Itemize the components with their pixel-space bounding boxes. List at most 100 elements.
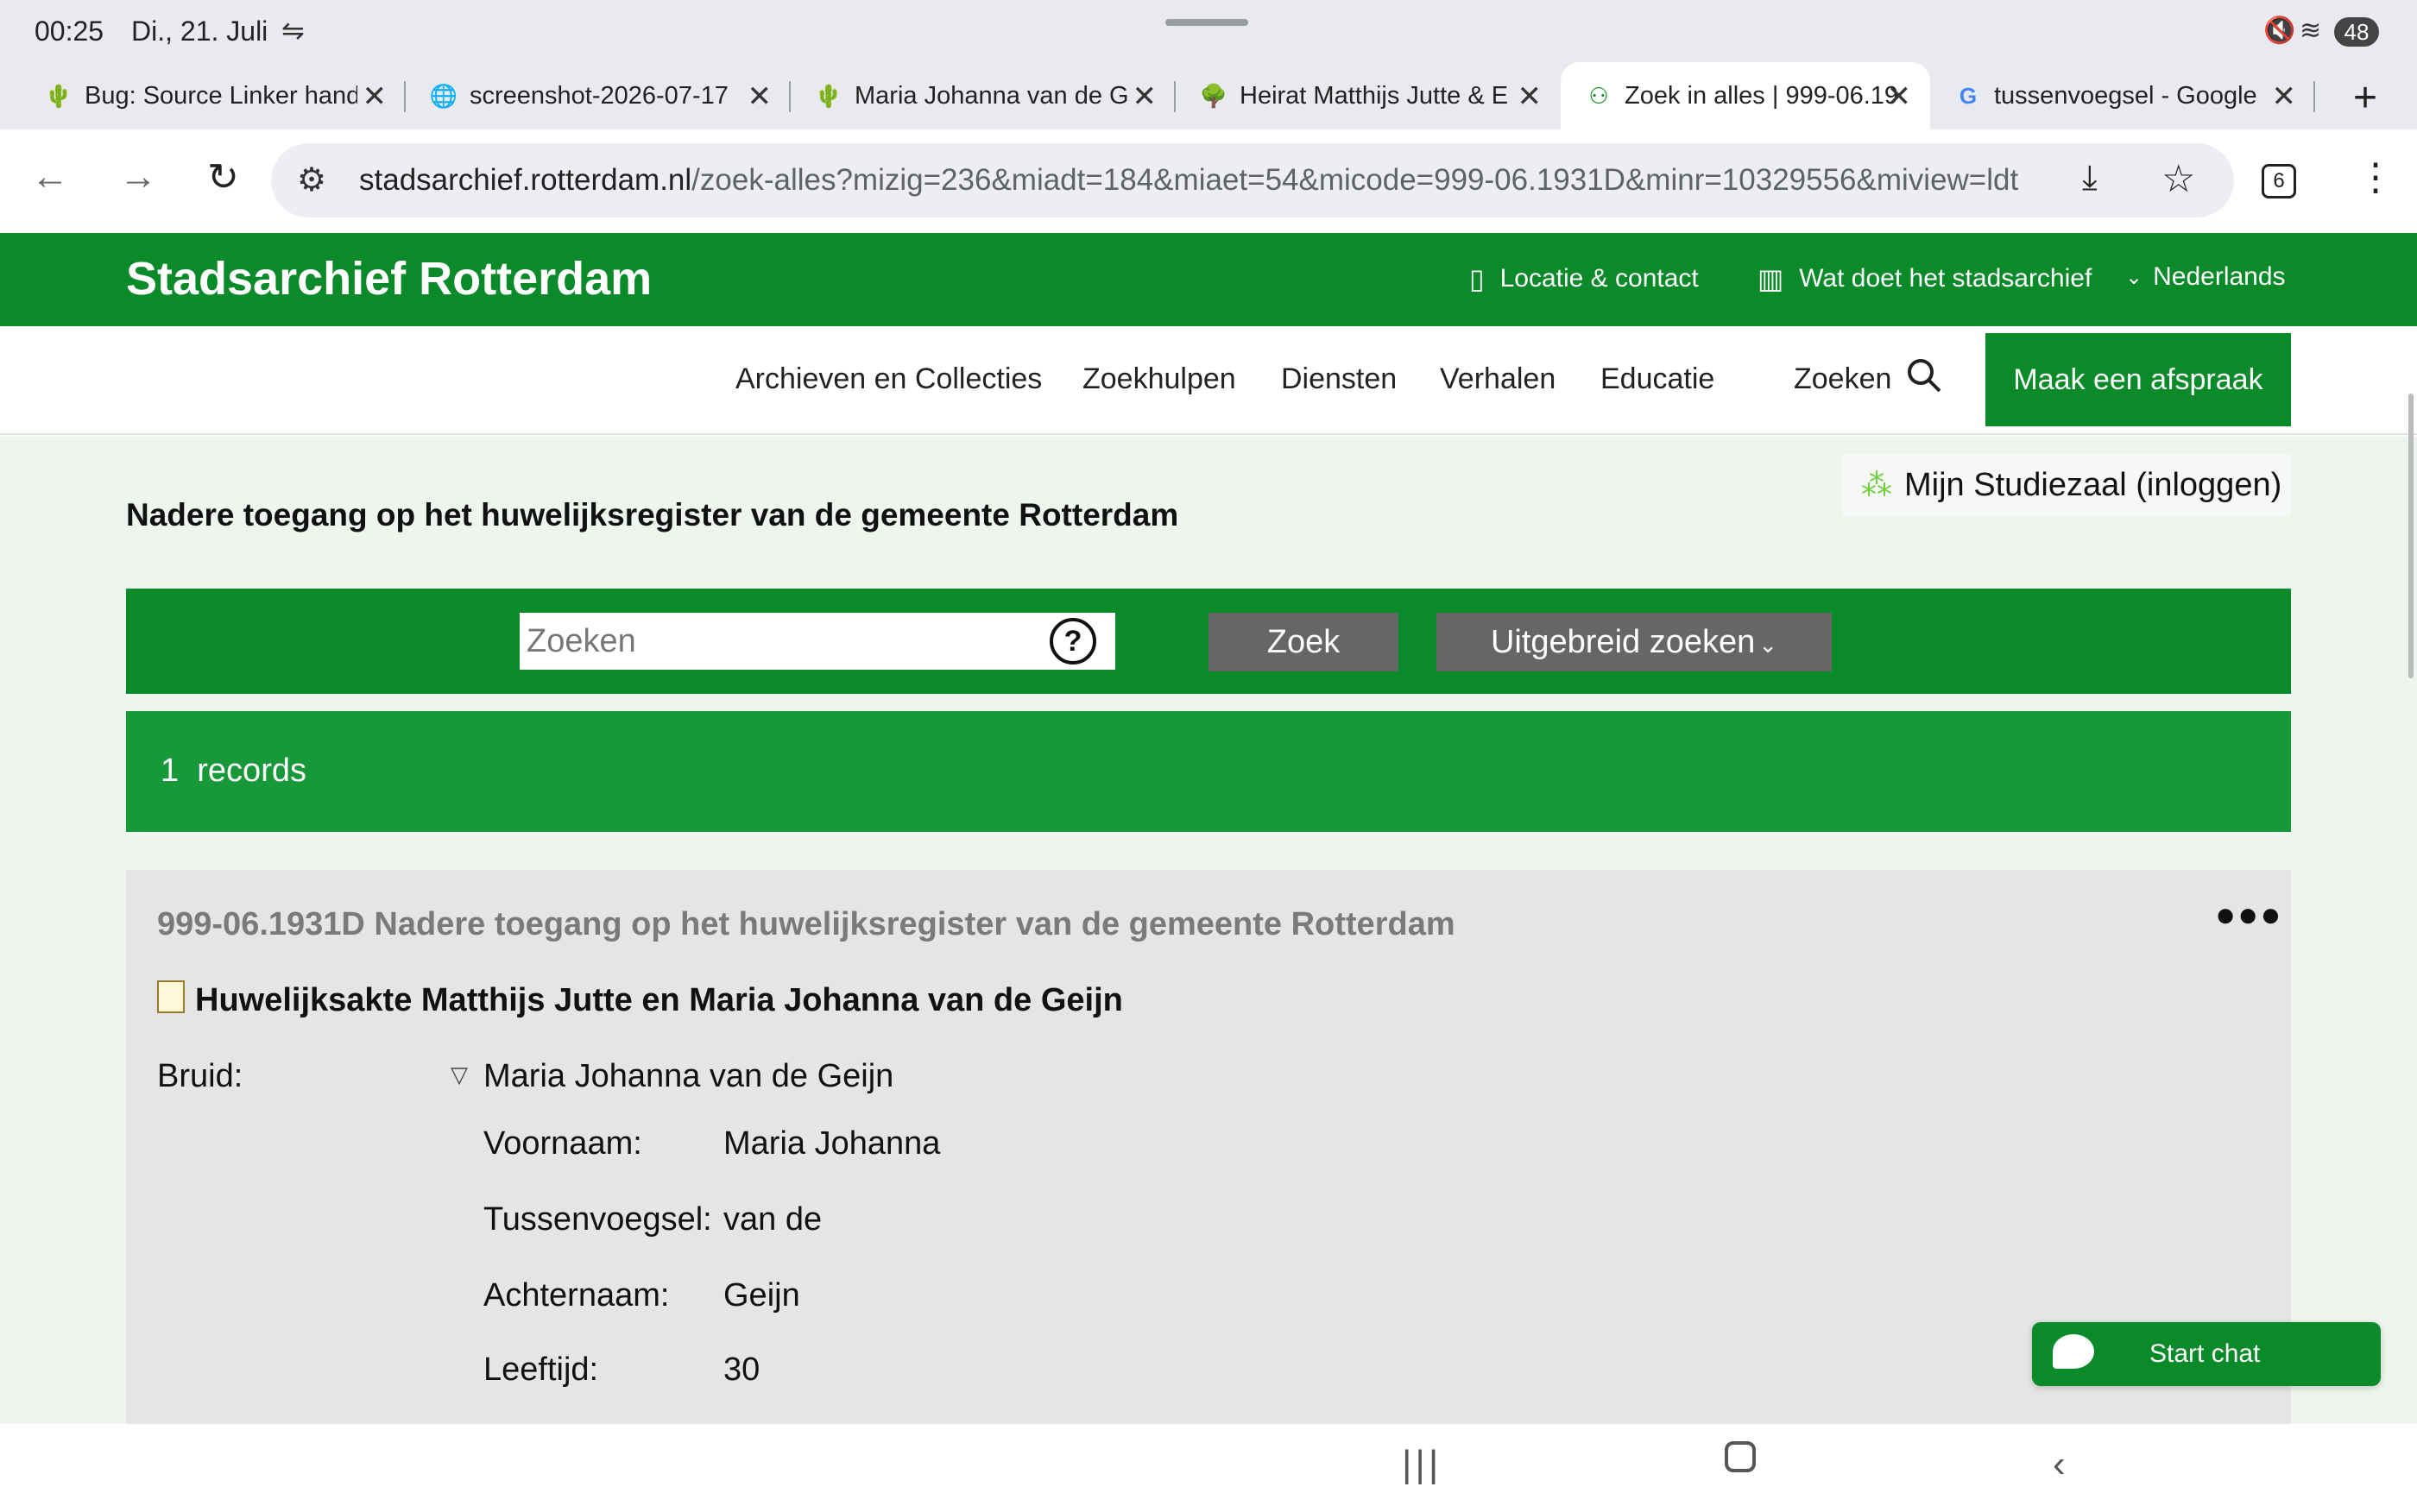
tab-title: Zoek in alles | 999-06.19 <box>1625 81 1897 110</box>
main-navigation: Archieven en Collecties Zoekhulpen Diens… <box>0 326 2417 435</box>
field-value: Maria Johanna <box>723 1125 941 1162</box>
field-value: van de <box>723 1201 823 1238</box>
bookmark-star-icon[interactable]: ☆ <box>2161 157 2195 201</box>
search-button[interactable]: Zoek <box>1208 613 1398 671</box>
start-chat-label: Start chat <box>2149 1339 2261 1368</box>
browser-tab-3[interactable]: 🌵 Maria Johanna van de G ✕ <box>791 62 1176 129</box>
close-icon[interactable]: ✕ <box>1518 79 1543 114</box>
chat-bubble-icon <box>2053 1334 2094 1369</box>
tab-count-button[interactable]: 6 <box>2262 164 2296 198</box>
help-icon[interactable]: ? <box>1050 618 1096 665</box>
google-icon: G <box>1959 82 1978 109</box>
back-nav-icon[interactable]: ‹ <box>2053 1443 2066 1486</box>
status-bar: 00:25 Di., 21. Juli ⇋ 🔇 ≋ 48 <box>0 0 2417 62</box>
wifi-icon: ≋ <box>2300 16 2322 45</box>
cactus-icon: 🌵 <box>44 82 73 109</box>
start-chat-button[interactable]: Start chat <box>2032 1322 2381 1386</box>
cactus-icon: 🌵 <box>814 82 843 109</box>
globe-icon: 🌐 <box>429 82 458 109</box>
wat-doet-label: Wat doet het stadsarchief <box>1799 264 2092 293</box>
language-label: Nederlands <box>2153 262 2286 291</box>
stadsarchief-icon: ⚇ <box>1588 82 1609 109</box>
install-app-icon[interactable]: ⤓ <box>2082 159 2098 198</box>
search-icon[interactable] <box>1906 357 1942 394</box>
advanced-search-label: Uitgebreid zoeken <box>1490 624 1756 660</box>
language-select[interactable]: ⌄ Nederlands <box>2125 262 2286 292</box>
field-value: 30 <box>723 1351 760 1388</box>
site-logo[interactable]: Stadsarchief Rotterdam <box>126 252 652 306</box>
address-bar[interactable]: ⚙ stadsarchief.rotterdam.nl/zoek-alles?m… <box>271 143 2234 217</box>
records-count: 1 <box>161 753 180 789</box>
network-icon: ⁂ <box>1861 467 1892 502</box>
new-tab-icon[interactable]: + <box>2353 74 2377 122</box>
page-title: Nadere toegang op het huwelijksregister … <box>126 497 1179 532</box>
scrollbar-thumb[interactable] <box>2408 394 2414 678</box>
browser-tab-6[interactable]: G tussenvoegsel - Google ✕ <box>1930 62 2315 129</box>
nav-verhalen[interactable]: Verhalen <box>1440 362 1556 396</box>
tab-title: Heirat Matthijs Jutte & E <box>1240 81 1509 110</box>
wat-doet-link[interactable]: ▥ Wat doet het stadsarchief <box>1758 262 2092 295</box>
close-icon[interactable]: ✕ <box>748 79 773 114</box>
collapse-triangle-icon[interactable]: ▽ <box>451 1062 468 1088</box>
search-band: ? Zoek Uitgebreid zoeken⌄ <box>126 589 2291 694</box>
record-card: 999-06.1931D Nadere toegang op het huwel… <box>126 870 2291 1426</box>
system-navigation-bar: ||| ‹ <box>0 1424 2417 1512</box>
back-icon[interactable]: ← <box>31 155 69 198</box>
close-icon[interactable]: ✕ <box>2272 79 2297 114</box>
tab-title: Bug: Source Linker hand <box>85 81 357 110</box>
browser-tab-1[interactable]: 🌵 Bug: Source Linker hand ✕ <box>21 62 406 129</box>
record-title[interactable]: Huwelijksakte Matthijs Jutte en Maria Jo… <box>195 982 1123 1019</box>
field-label: Achternaam: <box>483 1277 670 1314</box>
records-summary: 1 records <box>126 711 2291 832</box>
field-label: Tussenvoegsel: <box>483 1201 712 1238</box>
make-appointment-button[interactable]: Maak een afspraak <box>1985 333 2291 426</box>
page-content: ⁂ Mijn Studiezaal (inloggen) Nadere toeg… <box>0 437 2417 1426</box>
url-text[interactable]: stadsarchief.rotterdam.nl/zoek-alles?miz… <box>359 163 2018 198</box>
menu-icon[interactable]: ⋮ <box>2357 155 2395 199</box>
nav-archieven[interactable]: Archieven en Collecties <box>735 362 1042 396</box>
document-icon <box>157 980 185 1013</box>
chevron-down-icon: ⌄ <box>2125 265 2143 289</box>
site-settings-icon[interactable]: ⚙ <box>297 161 326 199</box>
nav-educatie[interactable]: Educatie <box>1600 362 1714 396</box>
phone-icon: ▯ <box>1469 263 1485 294</box>
recent-apps-icon[interactable]: ||| <box>1402 1443 1442 1486</box>
close-icon[interactable]: ✕ <box>363 79 388 114</box>
tab-separator <box>2313 81 2315 112</box>
reload-icon[interactable]: ↻ <box>207 155 239 199</box>
nav-diensten[interactable]: Diensten <box>1281 362 1397 396</box>
studiezaal-login[interactable]: ⁂ Mijn Studiezaal (inloggen) <box>1842 454 2291 516</box>
clock: 00:25 <box>35 16 104 47</box>
url-host: stadsarchief.rotterdam.nl <box>359 163 692 197</box>
record-reference: 999-06.1931D Nadere toegang op het huwel… <box>157 906 1455 942</box>
records-label: records <box>197 753 306 789</box>
search-input[interactable] <box>520 613 1115 670</box>
date: Di., 21. Juli <box>131 16 268 47</box>
bruid-label: Bruid: <box>157 1058 243 1094</box>
tab-title: Maria Johanna van de G <box>855 81 1127 110</box>
browser-tab-4[interactable]: 🌳 Heirat Matthijs Jutte & E ✕ <box>1176 62 1561 129</box>
field-label: Leeftijd: <box>483 1351 599 1388</box>
bruid-name[interactable]: Maria Johanna van de Geijn <box>483 1058 893 1095</box>
nav-zoeken[interactable]: Zoeken <box>1794 362 1891 396</box>
nav-zoekhulpen[interactable]: Zoekhulpen <box>1082 362 1236 396</box>
url-path: /zoek-alles?mizig=236&miadt=184&miaet=54… <box>691 163 2019 197</box>
close-icon[interactable]: ✕ <box>1133 79 1158 114</box>
tab-title: tussenvoegsel - Google <box>1994 81 2257 110</box>
studiezaal-label: Mijn Studiezaal (inloggen) <box>1904 466 2282 503</box>
sync-icon: ⇋ <box>281 15 305 46</box>
browser-tab-active[interactable]: ⚇ Zoek in alles | 999-06.19 ✕ <box>1561 62 1930 129</box>
locatie-link[interactable]: ▯ Locatie & contact <box>1469 262 1699 295</box>
locatie-label: Locatie & contact <box>1499 264 1699 293</box>
tab-title: screenshot-2026-07-17 <box>470 81 729 110</box>
mute-icon: 🔇 <box>2263 16 2296 45</box>
close-icon[interactable]: ✕ <box>1887 79 1912 114</box>
tab-strip: 🌵 Bug: Source Linker hand ✕ 🌐 screenshot… <box>0 62 2417 129</box>
more-options-icon[interactable]: ●●● <box>2215 896 2282 935</box>
advanced-search-button[interactable]: Uitgebreid zoeken ⌄ <box>1436 613 1832 671</box>
browser-tab-2[interactable]: 🌐 screenshot-2026-07-17 ✕ <box>406 62 791 129</box>
home-icon[interactable] <box>1725 1441 1756 1472</box>
drag-handle[interactable] <box>1165 19 1248 26</box>
map-icon: ▥ <box>1758 263 1784 294</box>
forward-icon[interactable]: → <box>119 155 157 198</box>
